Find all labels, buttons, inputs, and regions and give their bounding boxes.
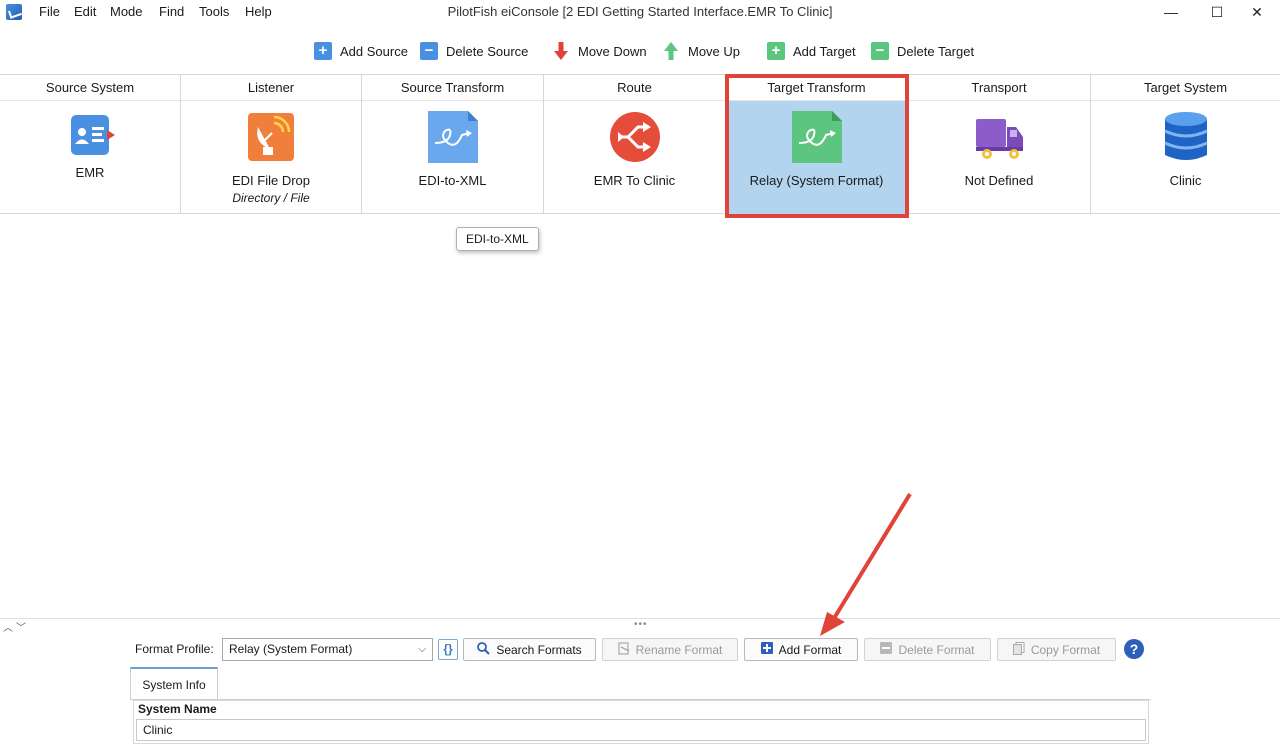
selected-stage-body: Relay (System Format) [726,101,907,214]
stage-route[interactable]: Route EMR To Clinic [544,75,726,214]
menu-find[interactable]: Find [159,4,184,19]
stage-header: Target System [1091,75,1280,101]
stage-header: Source Transform [362,75,543,101]
panel-splitter[interactable]: ︿ ﹀ ••• [0,618,1280,634]
minus-icon: − [871,42,889,60]
delete-format-label: Delete Format [898,642,975,657]
stage-transport[interactable]: Transport Not Defined [908,75,1091,214]
stage-header: Listener [181,75,361,101]
move-down-button[interactable]: Move Down [552,40,647,62]
app-logo-icon [6,4,22,20]
menu-mode[interactable]: Mode [110,4,143,19]
menu-tools[interactable]: Tools [199,4,229,19]
add-target-label: Add Target [793,43,856,59]
stage-target-transform[interactable]: Target Transform Relay (System Format) [726,75,908,214]
satellite-dish-icon [246,111,296,163]
stage-label: Relay (System Format) [749,173,884,188]
delete-icon [880,642,893,657]
id-card-icon [65,111,115,163]
braces-button[interactable]: {} [438,639,458,660]
minus-icon: − [420,42,438,60]
collapse-down-icon[interactable]: ﹀ [16,619,26,634]
move-up-label: Move Up [688,43,741,59]
add-format-label: Add Format [778,642,842,657]
format-profile-select[interactable]: Relay (System Format) ⌵ [222,638,433,661]
system-name-field[interactable]: Clinic [136,719,1146,741]
rename-icon [618,641,630,658]
add-source-button[interactable]: + Add Source [314,40,408,62]
stage-grid: Source System EMR Listener EDI File Drop… [0,74,1280,214]
format-profile-label: Format Profile: [135,642,214,656]
copy-format-label: Copy Format [1030,642,1101,657]
add-icon [760,642,773,657]
stage-header: Source System [0,75,180,101]
add-target-button[interactable]: + Add Target [767,40,856,62]
plus-icon: + [767,42,785,60]
move-down-label: Move Down [578,43,647,59]
stage-label: EMR To Clinic [593,173,676,188]
title-bar: File Edit Mode Find Tools Help PilotFish… [0,0,1280,24]
stage-label: EMR [75,165,105,180]
stage-label: Not Defined [964,173,1034,188]
transform-file-icon [427,111,478,163]
arrow-up-icon [662,41,680,61]
search-icon [477,641,491,658]
arrow-down-icon [552,41,570,61]
stage-header: Transport [908,75,1090,101]
transform-file-icon [791,111,842,163]
stage-source-system[interactable]: Source System EMR [0,75,181,214]
chevron-down-icon: ⌵ [418,644,426,655]
plus-icon: + [314,42,332,60]
delete-target-button[interactable]: − Delete Target [871,40,974,62]
move-up-button[interactable]: Move Up [662,40,740,62]
stage-label: EDI-to-XML [418,173,487,188]
stage-target-system[interactable]: Target System Clinic [1091,75,1280,214]
close-button[interactable]: ✕ [1234,0,1280,24]
tooltip: EDI-to-XML [456,227,539,251]
delete-source-label: Delete Source [446,43,529,59]
expand-up-icon[interactable]: ︿ [3,619,13,634]
stage-label: EDI File Drop [231,173,311,188]
stage-source-transform[interactable]: Source Transform EDI-to-XML [362,75,544,214]
stage-listener[interactable]: Listener EDI File Drop Directory / File [181,75,362,214]
search-formats-button[interactable]: Search Formats [463,638,596,661]
stage-header: Target Transform [726,75,907,101]
add-source-label: Add Source [340,43,408,59]
database-icon [1161,111,1211,163]
stage-label: Clinic [1169,173,1202,188]
minimize-button[interactable]: — [1148,0,1194,24]
copy-icon [1012,641,1025,658]
delete-target-label: Delete Target [897,43,975,59]
tab-system-info[interactable]: System Info [130,667,218,699]
menu-file[interactable]: File [39,4,60,19]
add-format-button[interactable]: Add Format [744,638,858,661]
system-name-label: System Name [138,702,217,716]
menu-help[interactable]: Help [245,4,272,19]
rename-format-button[interactable]: Rename Format [602,638,738,661]
stage-sublabel: Directory / File [232,191,310,205]
help-icon[interactable]: ? [1124,639,1144,659]
format-profile-value: Relay (System Format) [229,642,353,656]
stage-header: Route [544,75,725,101]
grip-icon[interactable]: ••• [634,619,648,630]
search-formats-label: Search Formats [496,642,582,657]
menu-edit[interactable]: Edit [74,4,96,19]
route-icon [609,111,660,163]
delete-source-button[interactable]: − Delete Source [420,40,528,62]
window-title: PilotFish eiConsole [2 EDI Getting Start… [447,4,833,19]
copy-format-button[interactable]: Copy Format [997,638,1116,661]
truck-icon [974,111,1024,163]
rename-format-label: Rename Format [635,642,723,657]
delete-format-button[interactable]: Delete Format [864,638,991,661]
